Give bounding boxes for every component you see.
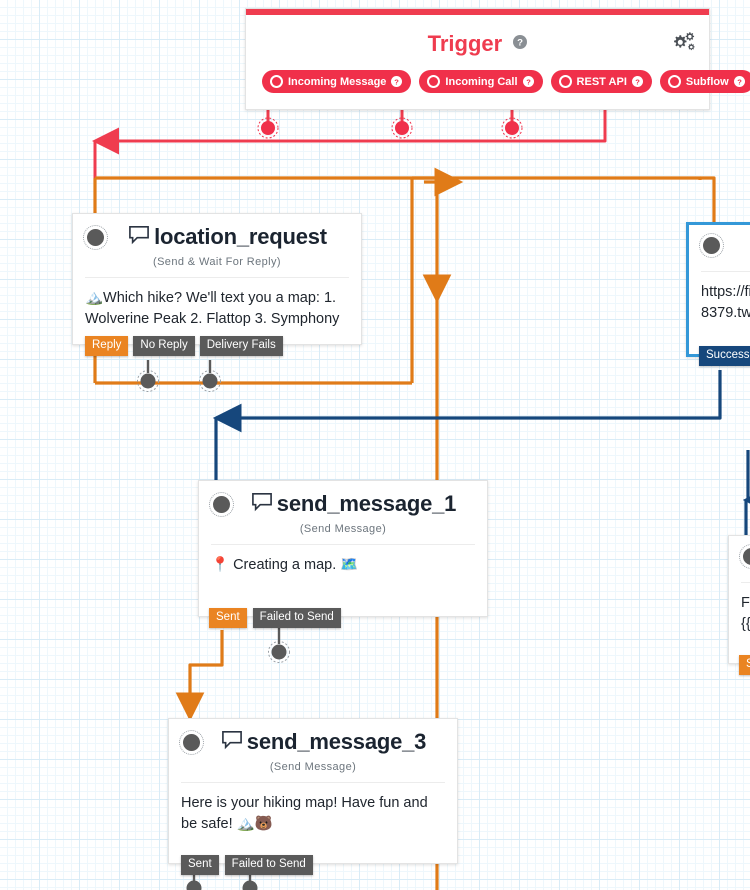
radio-circle-icon bbox=[270, 75, 283, 88]
node-output-badges: Sent Failed to Send bbox=[209, 607, 341, 629]
svg-text:?: ? bbox=[635, 77, 640, 86]
pill-label: REST API bbox=[576, 75, 627, 88]
node-header: send_message_1 bbox=[199, 481, 487, 519]
svg-text:?: ? bbox=[526, 77, 531, 86]
svg-text:?: ? bbox=[517, 38, 523, 49]
pill-label: Incoming Message bbox=[288, 75, 387, 88]
chat-bubble-icon bbox=[251, 492, 273, 517]
node-header bbox=[689, 225, 750, 258]
svg-text:?: ? bbox=[737, 77, 742, 86]
node-body-text: Fa {{v bbox=[741, 595, 750, 633]
node-output-badges: Sent Failed to Send bbox=[181, 854, 313, 876]
node-location-request[interactable]: location_request (Send & Wait For Reply)… bbox=[72, 213, 362, 357]
node-failed-partial[interactable]: Fa {{v Se bbox=[728, 535, 750, 676]
node-title: location_request bbox=[154, 224, 327, 249]
chat-bubble-icon bbox=[221, 730, 243, 755]
badge-sent[interactable]: Se bbox=[739, 654, 750, 676]
badge-sent[interactable]: Sent bbox=[209, 607, 247, 629]
node-subtitle bbox=[689, 258, 750, 271]
trigger-title-row: Trigger ? bbox=[246, 15, 709, 59]
trigger-pill-list: Incoming Message ? Incoming Call ? REST … bbox=[246, 59, 750, 109]
gears-icon[interactable] bbox=[671, 31, 697, 58]
input-port[interactable] bbox=[83, 224, 108, 250]
input-port[interactable] bbox=[739, 544, 750, 569]
node-body-text: 🏔️Which hike? We'll text you a map: 1. W… bbox=[85, 290, 340, 328]
input-port[interactable] bbox=[179, 729, 204, 755]
help-icon[interactable]: ? bbox=[513, 29, 528, 55]
node-rest-api[interactable]: https://fi 8379.tw Success bbox=[686, 222, 750, 367]
help-icon: ? bbox=[391, 76, 403, 87]
node-header: location_request bbox=[73, 214, 361, 252]
node-body-text: Here is your hiking map! Have fun and be… bbox=[181, 795, 428, 833]
badge-delivery-fails[interactable]: Delivery Fails bbox=[199, 335, 283, 357]
node-body-text: https://fi 8379.tw bbox=[701, 284, 750, 322]
badge-reply[interactable]: Reply bbox=[85, 335, 129, 357]
badge-failed-to-send[interactable]: Failed to Send bbox=[252, 607, 341, 629]
help-icon: ? bbox=[733, 76, 745, 87]
trigger-node[interactable]: Trigger ? Incoming Message ? Incoming Ca… bbox=[245, 8, 750, 110]
node-body-text: 📍 Creating a map. 🗺️ bbox=[211, 557, 359, 573]
flow-canvas[interactable]: Trigger ? Incoming Message ? Incoming Ca… bbox=[0, 0, 750, 890]
node-title: send_message_1 bbox=[276, 491, 457, 516]
node-header: send_message_3 bbox=[169, 719, 457, 757]
node-send-message-3[interactable]: send_message_3 (Send Message) Here is yo… bbox=[168, 718, 458, 876]
radio-circle-icon bbox=[427, 75, 441, 88]
pill-label: Subflow bbox=[685, 75, 729, 88]
help-icon: ? bbox=[522, 76, 534, 87]
node-subtitle: (Send Message) bbox=[269, 761, 357, 773]
wire-endpoint-dots bbox=[257, 117, 523, 139]
badge-sent[interactable]: Sent bbox=[181, 854, 219, 876]
node-send-message-1[interactable]: send_message_1 (Send Message) 📍 Creating… bbox=[198, 480, 488, 629]
node-subtitle: (Send Message) bbox=[299, 523, 387, 535]
input-port[interactable] bbox=[699, 233, 724, 258]
badge-no-reply[interactable]: No Reply bbox=[133, 335, 195, 357]
node-subtitle bbox=[729, 569, 750, 582]
node-output-badges: Success bbox=[699, 345, 750, 367]
node-header bbox=[729, 536, 750, 569]
node-output-badges: Se bbox=[739, 654, 750, 676]
trigger-pill-incoming-message[interactable]: Incoming Message ? bbox=[262, 70, 412, 93]
trigger-pill-incoming-call[interactable]: Incoming Call ? bbox=[419, 70, 543, 93]
page-title: Trigger bbox=[427, 31, 503, 56]
chat-bubble-icon bbox=[128, 225, 150, 250]
pill-label: Incoming Call bbox=[445, 75, 518, 88]
help-icon: ? bbox=[631, 76, 643, 87]
radio-circle-icon bbox=[558, 75, 572, 88]
trigger-pill-rest-api[interactable]: REST API ? bbox=[550, 70, 652, 93]
node-output-badges: Reply No Reply Delivery Fails bbox=[85, 335, 283, 357]
badge-failed-to-send[interactable]: Failed to Send bbox=[224, 854, 313, 876]
node-subtitle: (Send & Wait For Reply) bbox=[153, 256, 281, 268]
badge-success[interactable]: Success bbox=[699, 345, 750, 367]
input-port[interactable] bbox=[209, 491, 234, 517]
node-title: send_message_3 bbox=[246, 729, 427, 754]
trigger-pill-subflow[interactable]: Subflow ? bbox=[659, 70, 750, 93]
svg-text:?: ? bbox=[395, 77, 400, 86]
radio-circle-icon bbox=[667, 75, 681, 88]
